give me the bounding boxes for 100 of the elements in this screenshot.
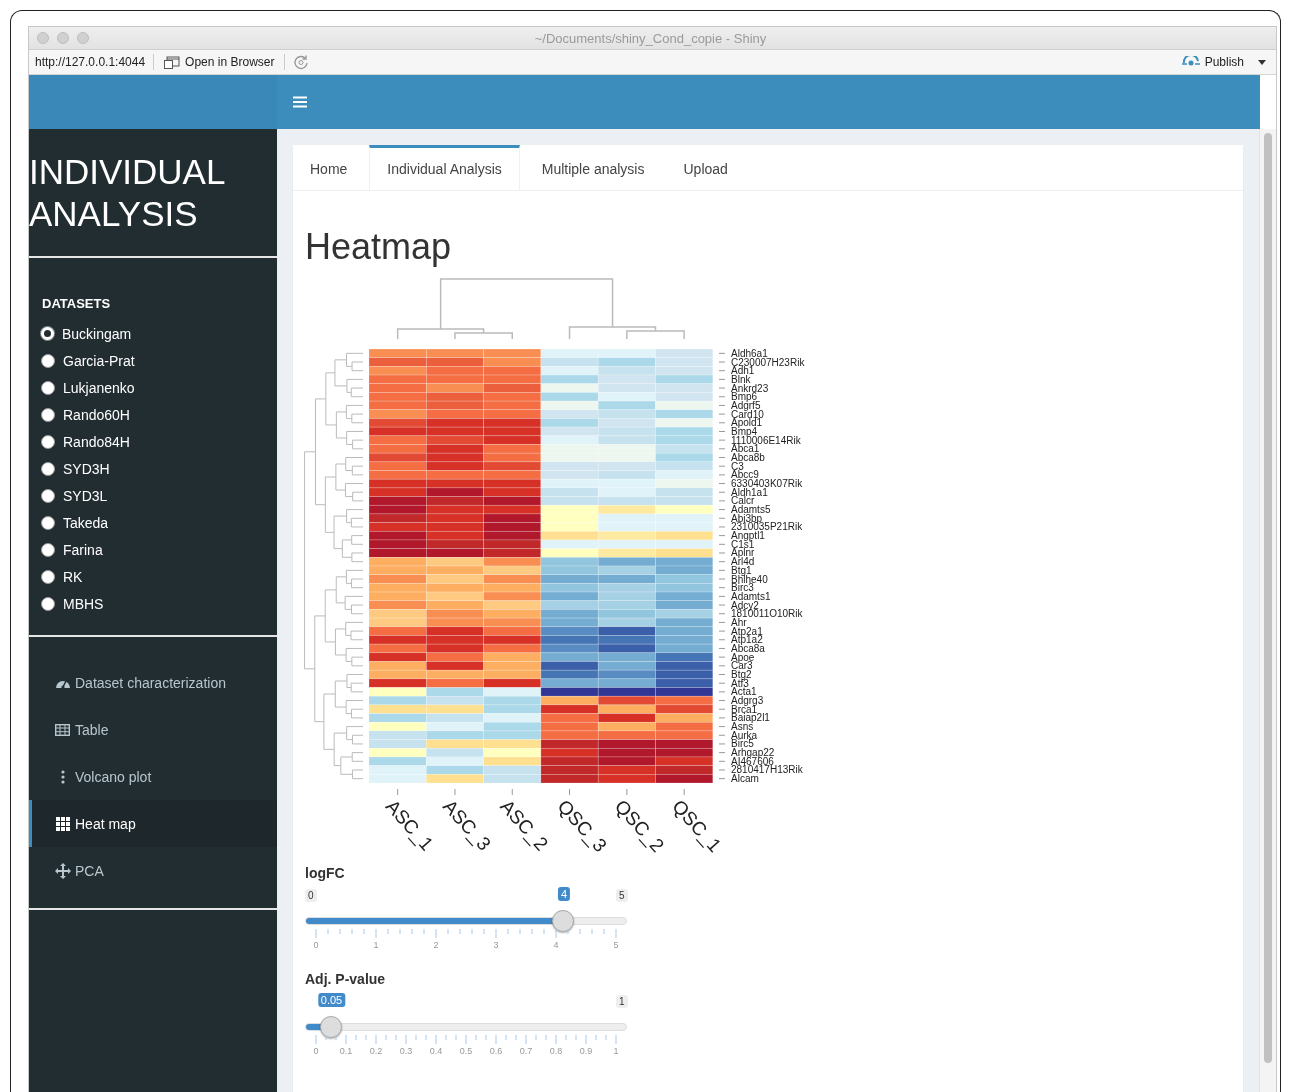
vertical-dots-icon	[60, 769, 65, 784]
gene-label: Arhgap22	[731, 747, 775, 759]
dataset-radio[interactable]: Lukjanenko	[29, 374, 277, 401]
slider-tick-label: 0.9	[579, 1046, 593, 1056]
menu-item[interactable]: Volcano plot	[29, 753, 277, 800]
publish-button[interactable]: Publish	[1179, 53, 1246, 71]
publish-icon	[1181, 56, 1200, 68]
slider-tick-label: 0	[313, 940, 319, 950]
dataset-radio[interactable]: Buckingam	[29, 320, 277, 347]
slider-tick-label: 0.1	[339, 1046, 353, 1056]
gene-label: Btg1	[731, 564, 752, 576]
zoom-window-icon[interactable]	[77, 32, 89, 44]
gene-label: Abca1	[731, 443, 760, 455]
dataset-radio[interactable]: RK	[29, 563, 277, 590]
dataset-label: SYD3H	[63, 460, 110, 477]
slider-max-label: 1	[616, 995, 628, 1008]
slider-max-label: 5	[616, 889, 628, 902]
dataset-label: SYD3L	[63, 487, 108, 504]
window-title: ~/Documents/shiny_Cond_copie - Shiny	[533, 30, 768, 46]
grid-icon	[55, 816, 70, 831]
minimize-window-icon[interactable]	[57, 32, 69, 44]
gene-label: Abcc9	[731, 469, 759, 481]
menu-item[interactable]: Heat map	[29, 800, 277, 847]
dataset-label: RK	[63, 568, 83, 585]
slider-tick-label: 0	[313, 1046, 319, 1056]
gene-label: Abca8b	[731, 452, 765, 463]
sidebar-title: INDIVIDUAL ANALYSIS	[29, 151, 226, 235]
dataset-radio[interactable]: SYD3L	[29, 482, 277, 509]
gene-label: Angptl1	[731, 530, 765, 542]
browser-window-icon	[164, 55, 181, 69]
gene-label: Ahr	[731, 616, 747, 628]
gene-label: C230007H23Rik	[731, 356, 805, 368]
dataset-radio[interactable]: Garcia-Prat	[29, 347, 277, 374]
slider-tick-label: 0.5	[459, 1046, 473, 1056]
dataset-radio[interactable]: Takeda	[29, 509, 277, 536]
slider-tick-label: 2	[433, 940, 439, 950]
dataset-label: Lukjanenko	[63, 379, 135, 396]
tab[interactable]: Individual Analysis	[369, 145, 520, 190]
gene-label: Apoe	[731, 651, 755, 663]
gene-label: Calcr	[731, 495, 755, 507]
slider-tick-label: 0.3	[399, 1046, 413, 1056]
gene-label: Ankrd23	[731, 382, 769, 394]
refresh-icon[interactable]	[293, 54, 310, 70]
close-window-icon[interactable]	[37, 32, 49, 44]
dataset-label: MBHS	[63, 595, 104, 612]
slider-tick-label: 0.7	[519, 1046, 533, 1056]
gene-label: Atp2a1	[731, 625, 763, 637]
slider-tick-label: 0.4	[429, 1046, 443, 1056]
tab[interactable]: Home	[293, 145, 365, 190]
gene-label: C3	[731, 460, 744, 472]
datasets-heading: DATASETS	[41, 295, 112, 313]
dataset-label: Buckingam	[62, 325, 132, 342]
menu-item[interactable]: Dataset characterization	[29, 659, 277, 706]
slider-tick-label: 5	[613, 940, 619, 950]
menu-item[interactable]: PCA	[29, 847, 277, 894]
dataset-radio[interactable]: Rando84H	[29, 428, 277, 455]
table-icon	[55, 723, 70, 736]
open-in-browser-button[interactable]: Open in Browser	[162, 53, 277, 71]
slider-handle[interactable]	[552, 910, 574, 932]
menu-icon[interactable]	[293, 96, 307, 108]
menu-item[interactable]: Table	[29, 706, 277, 753]
dataset-radio[interactable]: MBHS	[29, 590, 277, 617]
slider-label: logFC	[305, 865, 346, 881]
slider-handle[interactable]	[319, 1016, 342, 1038]
tab[interactable]: Multiple analysis	[524, 145, 662, 190]
slider-tick-label: 3	[493, 940, 499, 950]
slider-tick-label: 1	[613, 1046, 619, 1056]
gene-label: Adgrg3	[731, 695, 764, 707]
dataset-label: Rando84H	[63, 433, 130, 450]
gene-label: Aldh6a1	[731, 347, 768, 359]
dataset-radio[interactable]: Rando60H	[29, 401, 277, 428]
slider-tick-label: 1	[373, 940, 379, 950]
gene-label: Acta1	[731, 686, 757, 698]
tab[interactable]: Upload	[666, 145, 745, 190]
gene-label: Btg2	[731, 669, 752, 680]
dataset-radio[interactable]: Farina	[29, 536, 277, 563]
slider-value-label: 0.05	[317, 993, 346, 1007]
page-heading: Heatmap	[305, 227, 453, 267]
gene-label: 2810417H13Rik	[731, 764, 803, 776]
dataset-label: Garcia-Prat	[63, 352, 135, 369]
dataset-label: Rando60H	[63, 406, 130, 423]
gene-label: Adcy2	[731, 599, 759, 611]
slider-min-label: 0	[305, 889, 317, 902]
url-text: http://127.0.0.1:4044	[35, 55, 146, 69]
gene-label: Birc5	[731, 738, 754, 750]
slider-tick-label: 4	[553, 940, 559, 950]
caret-icon[interactable]	[1258, 59, 1266, 65]
move-arrows-icon	[54, 862, 71, 879]
slider-tick-label: 0.2	[369, 1046, 383, 1056]
slider-value-label: 4	[557, 887, 571, 901]
slider-tick-label: 0.6	[489, 1046, 503, 1056]
gene-label: Aplnr	[731, 547, 755, 559]
scrollbar[interactable]	[1259, 129, 1276, 1092]
gene-label: Alcam	[731, 773, 759, 785]
dataset-label: Farina	[63, 541, 103, 558]
slider-label: Adj. P-value	[305, 971, 387, 987]
slider-tick-label: 0.8	[549, 1046, 563, 1056]
dataset-label: Takeda	[63, 514, 109, 531]
dataset-radio[interactable]: SYD3H	[29, 455, 277, 482]
gene-label: Apold1	[731, 417, 763, 429]
